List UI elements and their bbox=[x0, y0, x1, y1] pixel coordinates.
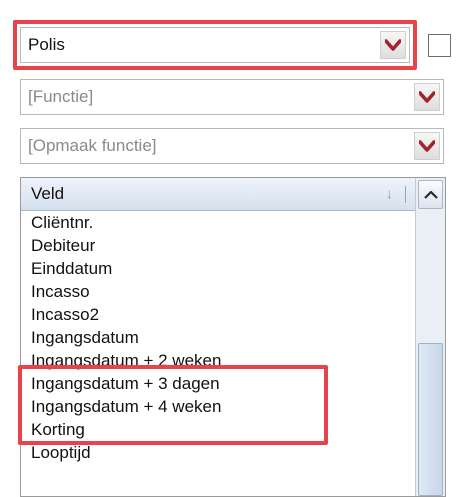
list-item[interactable]: Korting bbox=[31, 418, 413, 441]
scroll-thumb[interactable] bbox=[418, 343, 443, 496]
list-item[interactable]: Einddatum bbox=[31, 257, 413, 280]
chevron-up-icon bbox=[423, 190, 438, 199]
column-header-veld: Veld bbox=[31, 184, 65, 203]
scroll-up-button[interactable] bbox=[418, 180, 443, 209]
enable-checkbox[interactable] bbox=[428, 34, 451, 57]
field-list-items: Cliëntnr. Debiteur Einddatum Incasso Inc… bbox=[31, 211, 413, 464]
opmaak-functie-dropdown[interactable]: [Opmaak functie] bbox=[20, 128, 444, 164]
polis-dropdown-value: Polis bbox=[28, 35, 65, 54]
opmaak-functie-dropdown-placeholder: [Opmaak functie] bbox=[28, 136, 157, 155]
list-item[interactable]: Incasso bbox=[31, 280, 413, 303]
list-item[interactable]: Ingangsdatum + 4 weken bbox=[31, 395, 413, 418]
functie-dropdown[interactable]: [Functie] bbox=[20, 79, 444, 115]
list-item[interactable]: Looptijd bbox=[31, 441, 413, 464]
polis-dropdown[interactable]: Polis bbox=[20, 27, 410, 63]
field-list-header[interactable]: Veld ↓ bbox=[21, 178, 415, 211]
chevron-down-icon bbox=[419, 140, 435, 152]
functie-dropdown-placeholder: [Functie] bbox=[28, 87, 94, 106]
list-item[interactable]: Ingangsdatum + 3 dagen bbox=[31, 372, 413, 395]
polis-dropdown-button[interactable] bbox=[380, 31, 406, 59]
vertical-scrollbar[interactable] bbox=[415, 178, 445, 496]
list-item[interactable]: Ingangsdatum bbox=[31, 326, 413, 349]
list-item[interactable]: Ingangsdatum + 2 weken bbox=[31, 349, 413, 372]
list-item[interactable]: Cliëntnr. bbox=[31, 211, 413, 234]
chevron-down-icon bbox=[385, 39, 401, 51]
list-item[interactable]: Debiteur bbox=[31, 234, 413, 257]
sort-down-icon[interactable]: ↓ bbox=[386, 186, 394, 203]
opmaak-functie-dropdown-button[interactable] bbox=[414, 132, 440, 160]
list-item[interactable]: Incasso2 bbox=[31, 303, 413, 326]
functie-dropdown-button[interactable] bbox=[414, 83, 440, 111]
chevron-down-icon bbox=[419, 91, 435, 103]
field-list[interactable]: Veld ↓ Cliëntnr. Debiteur Einddatum Inca… bbox=[20, 177, 446, 497]
column-separator[interactable] bbox=[405, 186, 406, 203]
